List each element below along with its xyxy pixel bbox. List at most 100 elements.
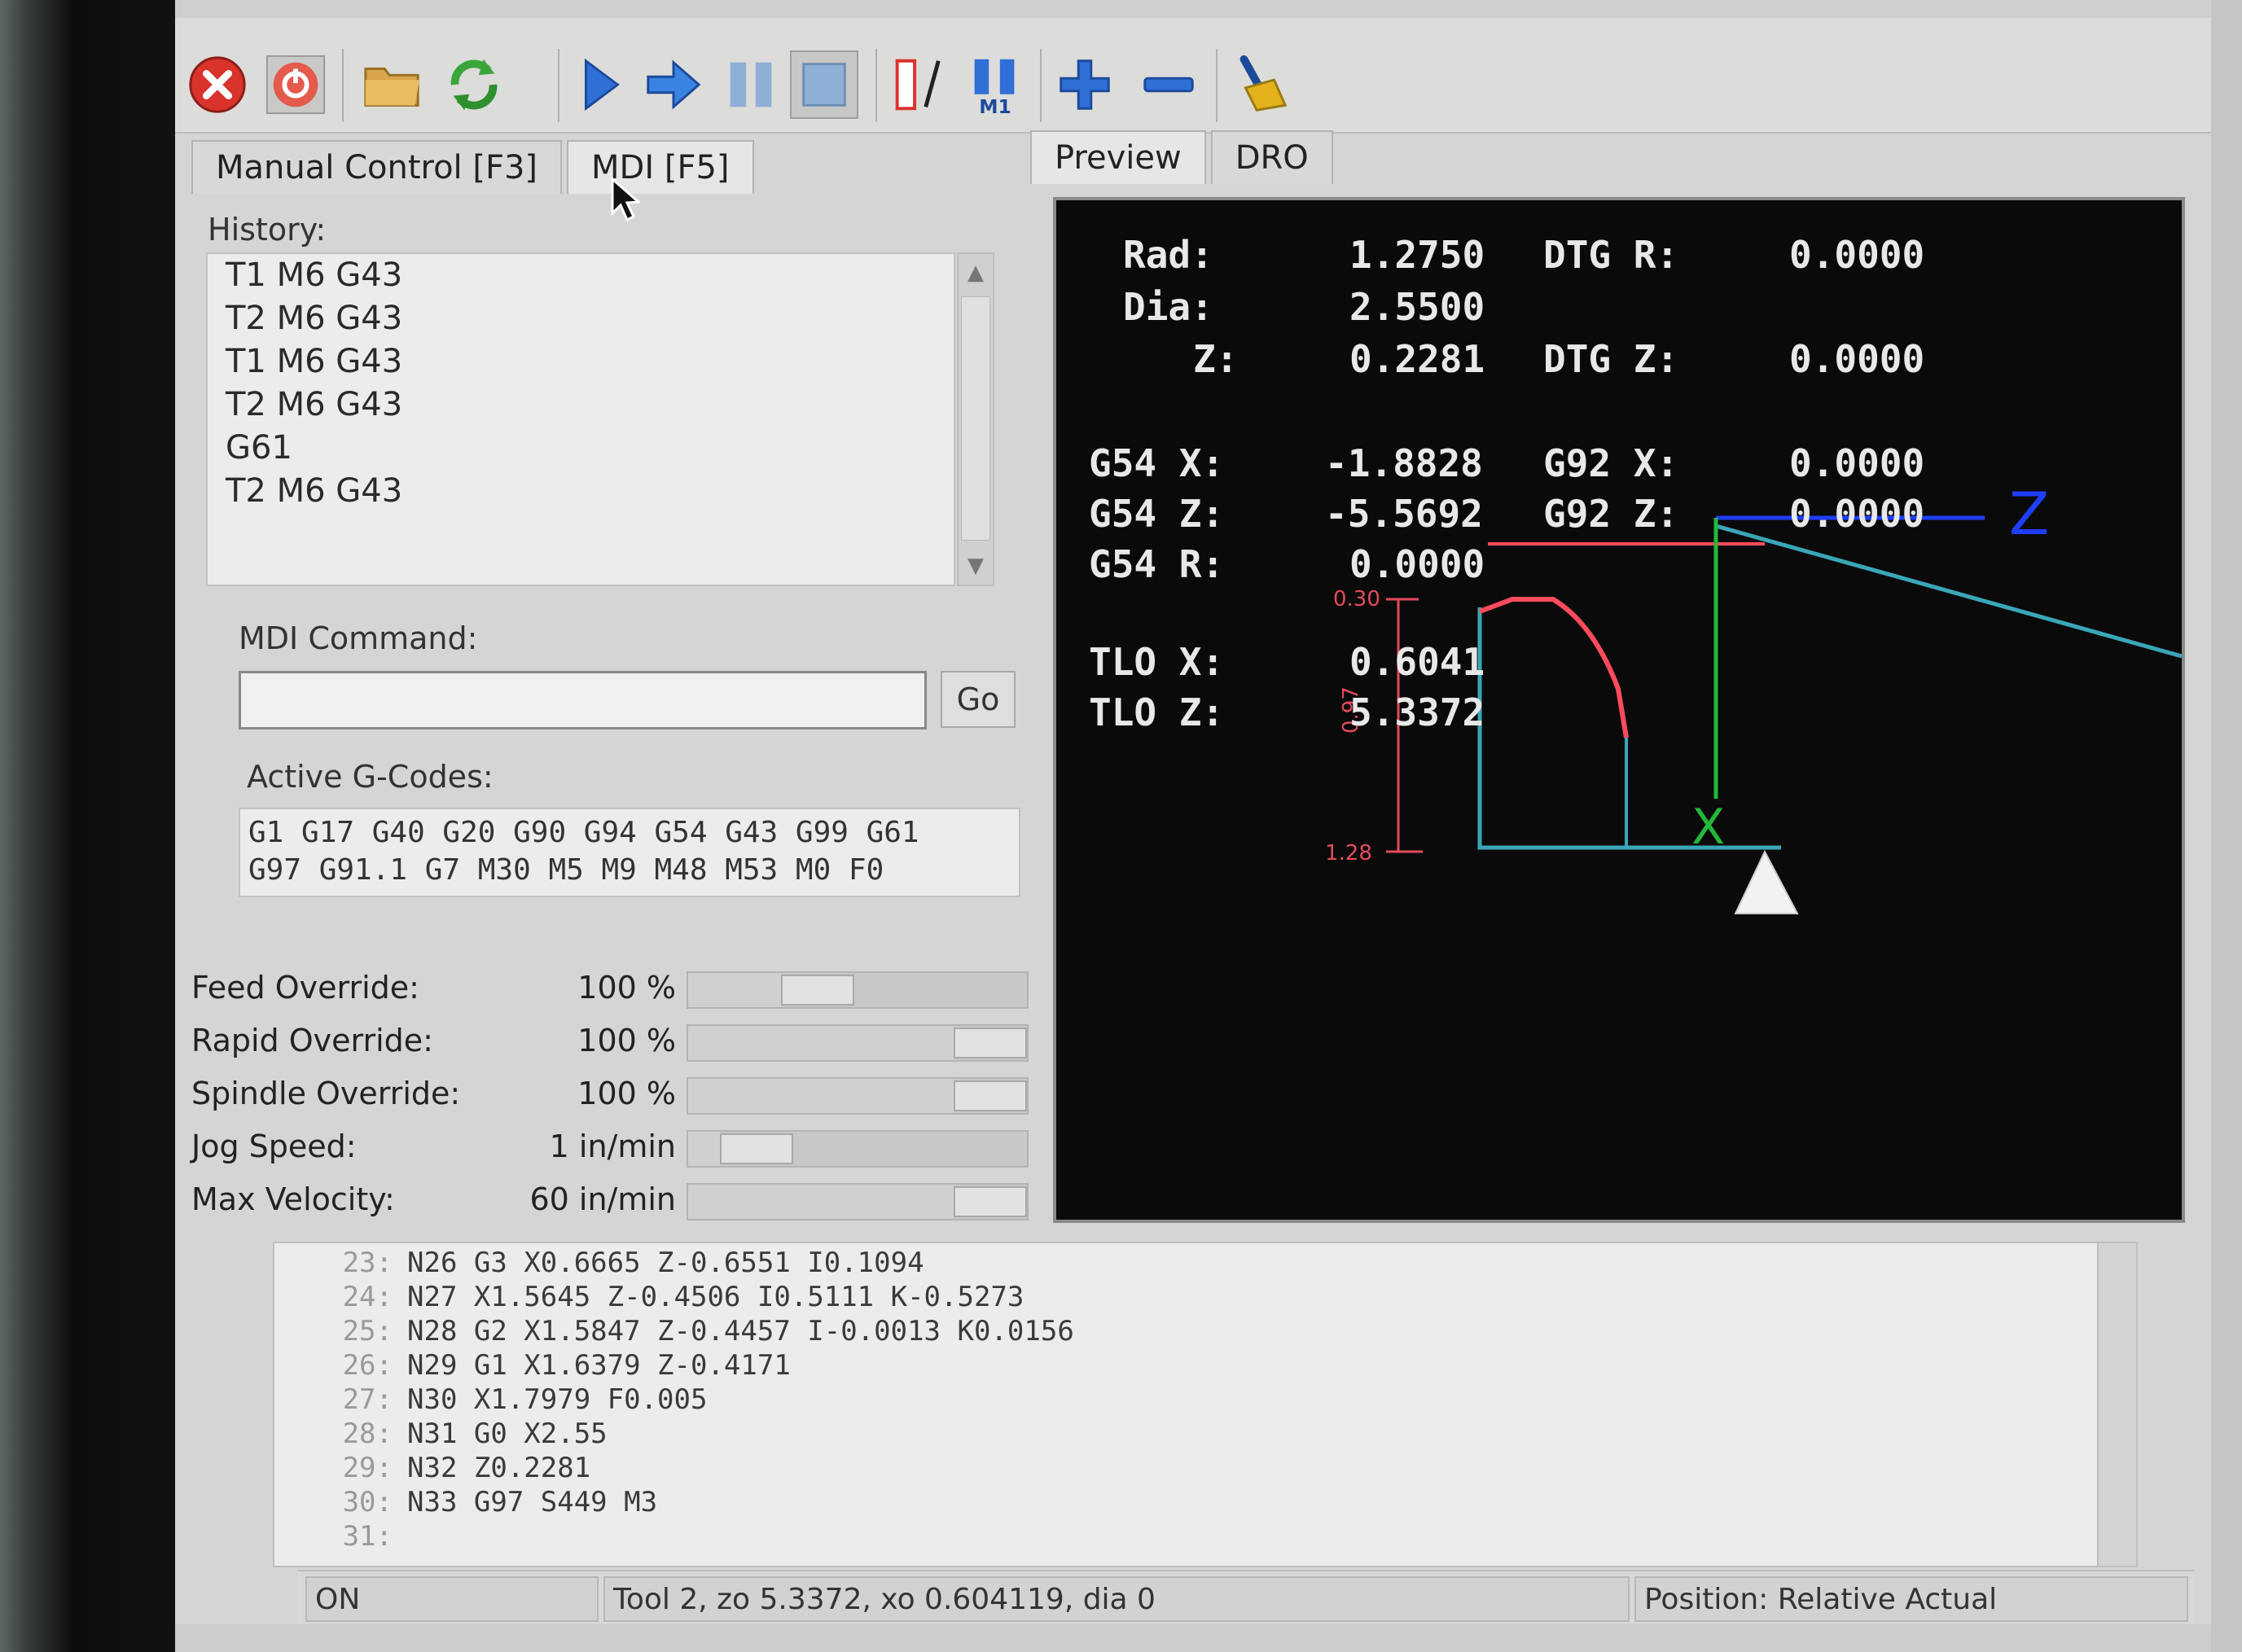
clear-plot-icon[interactable]	[1226, 50, 1294, 119]
dro-g92z-label: G92 Z:	[1543, 492, 1679, 536]
dro-tloz-label: TLO Z:	[1089, 690, 1225, 734]
slider-knob[interactable]	[781, 975, 854, 1006]
tab-mdi[interactable]: MDI [F5]	[567, 140, 754, 194]
override-slider[interactable]	[687, 1130, 1029, 1168]
dro-dtg-z-value: 0.0000	[1789, 337, 1925, 381]
dro-tlox-value: 0.6041	[1349, 640, 1485, 684]
program-line[interactable]: 29: N32 Z0.2281	[274, 1452, 591, 1486]
go-button[interactable]: Go	[941, 671, 1016, 728]
z-axis-label: Z	[2009, 480, 2049, 548]
slider-knob[interactable]	[954, 1080, 1027, 1111]
override-name: Spindle Override:	[191, 1076, 461, 1111]
scroll-thumb[interactable]	[961, 296, 990, 541]
reload-icon[interactable]	[440, 50, 508, 119]
dro-g92x-label: G92 X:	[1543, 441, 1679, 485]
history-scrollbar[interactable]: ▲ ▼	[957, 252, 994, 586]
zoom-out-icon[interactable]	[1134, 50, 1203, 119]
mdi-command-label: MDI Command:	[239, 620, 478, 656]
linuxcnc-axis-window: M1 Manual Control [F3] MDI [F5] History:…	[175, 0, 2211, 1652]
program-line[interactable]: 30: N33 G97 S449 M3	[274, 1486, 657, 1520]
override-slider[interactable]	[687, 971, 1029, 1009]
line-number: 27:	[342, 1383, 393, 1416]
slider-fill	[688, 1185, 954, 1219]
dro-dtg-r-label: DTG R:	[1543, 233, 1679, 277]
preview-pane: 0.30 1.28 0.97 Z X Rad: 1.2750 DTG R: 0.…	[1037, 189, 2193, 1223]
toolbar-separator	[558, 49, 559, 122]
tab-preview[interactable]: Preview	[1030, 130, 1206, 184]
estop-icon[interactable]	[183, 50, 252, 119]
line-text: N27 X1.5645 Z-0.4506 I0.5111 K-0.5273	[407, 1281, 1024, 1313]
toolbar-separator	[1040, 49, 1042, 122]
status-bar: ON Tool 2, zo 5.3372, xo 0.604119, dia 0…	[297, 1570, 2195, 1624]
preview-canvas[interactable]: 0.30 1.28 0.97 Z X Rad: 1.2750 DTG R: 0.…	[1053, 197, 2185, 1223]
override-value: 1 in/min	[549, 1128, 676, 1164]
dro-g54z-label: G54 Z:	[1089, 492, 1225, 536]
override-slider[interactable]	[687, 1077, 1029, 1115]
slider-fill	[688, 1026, 954, 1060]
line-number: 26:	[342, 1349, 393, 1382]
background-window-edge	[2211, 0, 2242, 1652]
active-gcodes-display: G1 G17 G40 G20 G90 G94 G54 G43 G99 G61 G…	[239, 808, 1020, 897]
machine-power-icon[interactable]	[261, 50, 330, 119]
scroll-down-icon[interactable]: ▼	[959, 547, 993, 585]
menu-bar	[175, 0, 2211, 19]
scroll-up-icon[interactable]: ▲	[959, 254, 993, 291]
program-line[interactable]: 23: N26 G3 X0.6665 Z-0.6551 I0.1094	[274, 1247, 924, 1281]
history-item[interactable]: G61	[208, 427, 954, 470]
override-slider[interactable]	[687, 1024, 1029, 1062]
optional-stop-icon[interactable]: M1	[961, 50, 1029, 119]
override-value: 100 %	[577, 970, 676, 1006]
override-value: 100 %	[577, 1076, 676, 1111]
slider-knob[interactable]	[954, 1186, 1027, 1217]
dro-dia-label: Dia:	[1123, 285, 1213, 329]
dro-tloz-value: 5.3372	[1349, 690, 1485, 734]
line-text: N31 G0 X2.55	[407, 1418, 608, 1450]
toolbar-separator	[342, 49, 344, 122]
dro-z-value: 0.2281	[1349, 337, 1485, 381]
history-item[interactable]: T1 M6 G43	[208, 254, 954, 297]
override-row: Jog Speed: 1 in/min	[191, 1122, 1038, 1171]
slider-fill	[688, 973, 781, 1007]
tab-dro[interactable]: DRO	[1210, 130, 1333, 184]
program-line[interactable]: 25: N28 G2 X1.5847 Z-0.4457 I-0.0013 K0.0…	[274, 1315, 1074, 1349]
override-slider[interactable]	[687, 1183, 1029, 1220]
line-number: 23:	[342, 1247, 393, 1279]
program-scrollbar[interactable]	[2097, 1243, 2136, 1566]
toolbar-separator	[875, 49, 877, 122]
program-line[interactable]: 26: N29 G1 X1.6379 Z-0.4171	[274, 1349, 791, 1383]
zoom-in-icon[interactable]	[1051, 50, 1119, 119]
line-text: N26 G3 X0.6665 Z-0.6551 I0.1094	[407, 1247, 924, 1279]
monitor-bezel	[0, 0, 175, 1652]
line-number: 29:	[342, 1452, 393, 1484]
block-delete-icon[interactable]	[884, 50, 952, 119]
program-line[interactable]: 24: N27 X1.5645 Z-0.4506 I0.5111 K-0.5273	[274, 1281, 1024, 1315]
run-icon[interactable]	[566, 50, 634, 119]
history-list[interactable]: T1 M6 G43 T2 M6 G43 T1 M6 G43 T2 M6 G43 G61 T…	[206, 252, 955, 586]
mdi-command-input[interactable]	[239, 671, 927, 730]
stop-icon[interactable]	[790, 50, 858, 119]
override-row: Spindle Override: 100 %	[191, 1069, 1038, 1118]
override-name: Rapid Override:	[191, 1023, 433, 1058]
history-item[interactable]: T2 M6 G43	[208, 470, 954, 513]
history-item[interactable]: T2 M6 G43	[208, 297, 954, 340]
active-gcodes-label: Active G-Codes:	[247, 759, 494, 795]
slider-knob[interactable]	[954, 1028, 1027, 1058]
program-line[interactable]: 28: N31 G0 X2.55	[274, 1418, 608, 1452]
tab-manual-control[interactable]: Manual Control [F3]	[191, 140, 563, 194]
program-line[interactable]: 27: N30 X1.7979 F0.005	[274, 1383, 708, 1418]
open-file-icon[interactable]	[358, 50, 427, 119]
bottom-window-edge	[175, 1624, 2211, 1652]
history-item[interactable]: T2 M6 G43	[208, 383, 954, 427]
slider-knob[interactable]	[720, 1133, 793, 1164]
slider-fill	[688, 1132, 720, 1166]
dro-g92x-value: 0.0000	[1789, 441, 1925, 485]
line-text: N28 G2 X1.5847 Z-0.4457 I-0.0013 K0.0156	[407, 1315, 1074, 1347]
gcode-program-view[interactable]: 23: N26 G3 X0.6665 Z-0.6551 I0.1094 24: N27…	[273, 1242, 2138, 1567]
override-row: Feed Override: 100 %	[191, 963, 1038, 1012]
step-icon[interactable]	[639, 50, 708, 119]
pause-icon[interactable]	[717, 50, 785, 119]
program-line[interactable]: 31:	[274, 1520, 407, 1554]
history-item[interactable]: T1 M6 G43	[208, 340, 954, 383]
dro-g54x-value: -1.8828	[1325, 441, 1483, 485]
override-name: Jog Speed:	[191, 1128, 357, 1164]
